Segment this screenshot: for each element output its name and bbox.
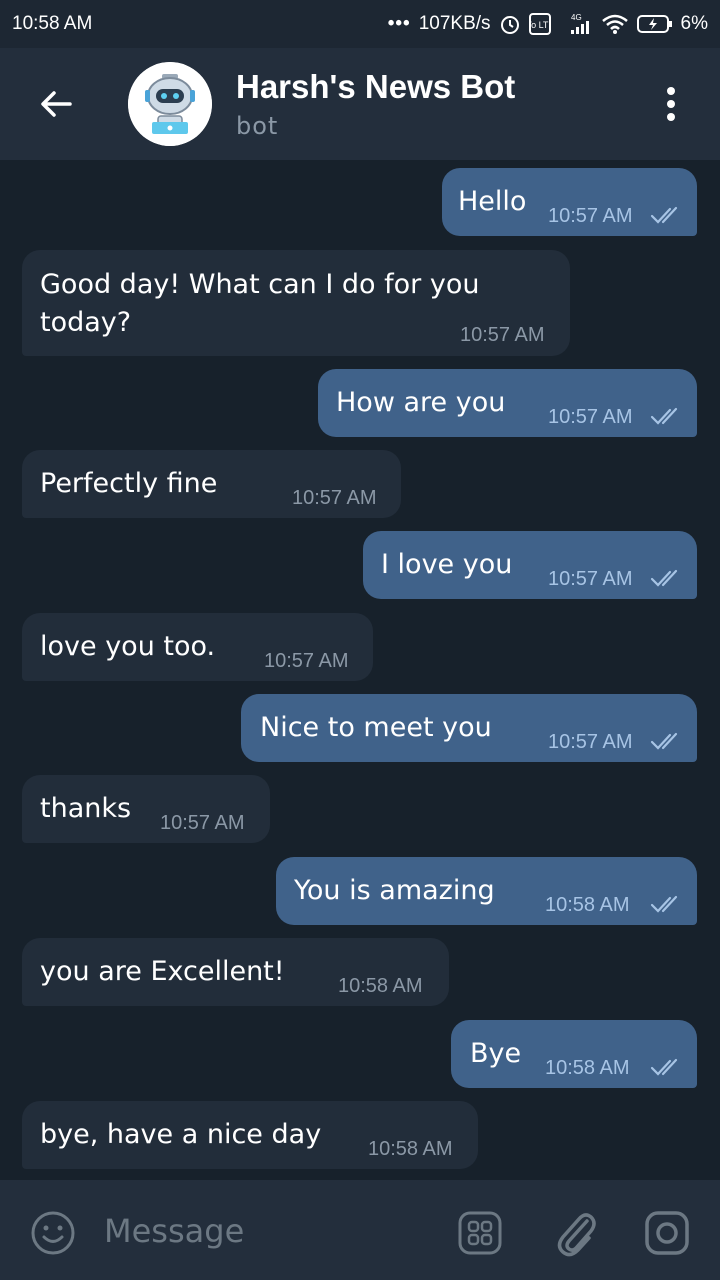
- more-vert-icon[interactable]: [656, 84, 686, 124]
- message-bubble-in[interactable]: bye, have a nice day 10:58 AM: [22, 1101, 478, 1169]
- alarm-icon: [499, 13, 521, 35]
- message-text: love you too.: [40, 631, 216, 662]
- message-bubble-out[interactable]: Bye 10:58 AM: [451, 1020, 697, 1088]
- message-time: 10:57 AM: [292, 487, 377, 509]
- message-time: 10:57 AM: [548, 568, 633, 590]
- message-bubble-in[interactable]: thanks 10:57 AM: [22, 775, 270, 843]
- message-time: 10:57 AM: [548, 731, 633, 753]
- back-button[interactable]: [36, 84, 76, 124]
- message-text: You is amazing: [294, 875, 495, 906]
- chat-header: Harsh's News Bot bot: [0, 48, 720, 160]
- double-check-icon: [650, 732, 678, 750]
- double-check-icon: [650, 407, 678, 425]
- message-time: 10:58 AM: [368, 1138, 453, 1160]
- message-text: Hello: [458, 186, 527, 217]
- svg-text:4G: 4G: [571, 13, 582, 22]
- bot-commands-button[interactable]: [455, 1208, 505, 1258]
- message-time: 10:57 AM: [548, 406, 633, 428]
- emoji-icon: [31, 1211, 75, 1255]
- message-time: 10:57 AM: [460, 324, 545, 346]
- message-bubble-in[interactable]: Perfectly fine 10:57 AM: [22, 450, 401, 518]
- chat-title[interactable]: Harsh's News Bot: [236, 68, 515, 106]
- message-bubble-in[interactable]: love you too. 10:57 AM: [22, 613, 373, 681]
- message-text: Bye: [470, 1038, 522, 1069]
- message-bubble-out[interactable]: How are you 10:57 AM: [318, 369, 697, 437]
- message-text-line1: Good day! What can I do for you: [40, 269, 480, 300]
- message-text: thanks: [40, 793, 132, 824]
- message-text: How are you: [336, 387, 506, 418]
- message-time: 10:57 AM: [264, 650, 349, 672]
- message-text: bye, have a nice day: [40, 1119, 322, 1150]
- bot-avatar[interactable]: [128, 62, 212, 146]
- message-bubble-out[interactable]: Nice to meet you 10:57 AM: [241, 694, 697, 762]
- status-time: 10:58 AM: [12, 13, 93, 34]
- message-time: 10:57 AM: [548, 205, 633, 227]
- message-time: 10:58 AM: [338, 975, 423, 997]
- attach-icon: [557, 1213, 596, 1257]
- message-bubble-in[interactable]: you are Excellent! 10:58 AM: [22, 938, 449, 1006]
- message-bubble-out[interactable]: You is amazing 10:58 AM: [276, 857, 697, 925]
- net-speed: 107KB/s: [418, 13, 491, 34]
- message-text: Perfectly fine: [40, 468, 218, 499]
- signal-icon: 4G: [559, 12, 593, 36]
- camera-icon: [645, 1211, 689, 1255]
- message-time: 10:57 AM: [160, 812, 245, 834]
- attach-button[interactable]: [550, 1206, 600, 1260]
- chat-subtitle: bot: [236, 112, 279, 140]
- message-text-line2: today?: [40, 307, 132, 338]
- emoji-button[interactable]: [28, 1208, 78, 1258]
- volte-icon: Vo LTE: [528, 13, 551, 35]
- svg-text:Vo LTE: Vo LTE: [529, 20, 551, 30]
- double-check-icon: [650, 1058, 678, 1076]
- dots-icon: •••: [387, 13, 411, 34]
- message-text: you are Excellent!: [40, 956, 285, 987]
- double-check-icon: [650, 206, 678, 224]
- robot-avatar: [128, 62, 212, 146]
- message-bubble-out[interactable]: I love you 10:57 AM: [363, 531, 697, 599]
- double-check-icon: [650, 569, 678, 587]
- composer-bar: [0, 1180, 720, 1280]
- status-bar: 10:58 AM ••• 107KB/s Vo LTE 4G 6%: [0, 0, 720, 48]
- double-check-icon: [650, 895, 678, 913]
- wifi-icon: [601, 13, 629, 35]
- message-bubble-in[interactable]: Good day! What can I do for you today? 1…: [22, 250, 570, 356]
- status-icons: ••• 107KB/s Vo LTE 4G 6%: [388, 12, 708, 36]
- message-input[interactable]: [102, 1206, 426, 1256]
- message-bubble-out[interactable]: Hello 10:57 AM: [442, 168, 697, 236]
- battery-icon: [636, 14, 673, 34]
- camera-button[interactable]: [642, 1208, 692, 1258]
- message-time: 10:58 AM: [545, 894, 630, 916]
- back-arrow-icon: [41, 91, 72, 117]
- message-text: I love you: [381, 549, 513, 580]
- message-time: 10:58 AM: [545, 1057, 630, 1079]
- battery-percent: 6%: [680, 13, 708, 34]
- message-list[interactable]: Hello 10:57 AM Good day! What can I do f…: [0, 160, 720, 1180]
- message-text: Nice to meet you: [260, 712, 492, 743]
- bot-commands-icon: [458, 1211, 502, 1255]
